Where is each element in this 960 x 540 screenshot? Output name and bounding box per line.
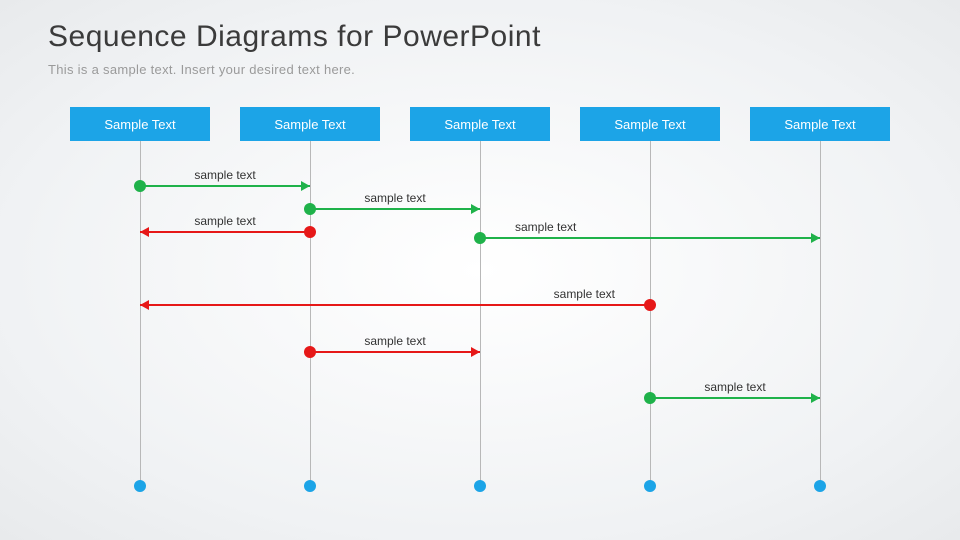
arrow-shaft — [140, 185, 310, 187]
lifeline-end-dot — [644, 480, 656, 492]
lifeline-header: Sample Text — [70, 107, 210, 141]
lifeline-header: Sample Text — [750, 107, 890, 141]
arrowhead-icon — [301, 181, 310, 191]
lifeline-end-dot — [134, 480, 146, 492]
lifeline — [820, 141, 821, 486]
arrowhead-icon — [811, 393, 820, 403]
lifeline-header: Sample Text — [240, 107, 380, 141]
lifeline-end-dot — [474, 480, 486, 492]
arrowhead-icon — [471, 204, 480, 214]
sequence-diagram: Sample Text Sample Text Sample Text Sample … — [0, 0, 960, 540]
message-label: sample text — [515, 220, 576, 234]
arrow-shaft — [140, 304, 650, 306]
arrowhead-icon — [140, 227, 149, 237]
lifeline-end-dot — [304, 480, 316, 492]
message-label: sample text — [704, 380, 765, 394]
arrowhead-icon — [471, 347, 480, 357]
lifeline-end-dot — [814, 480, 826, 492]
arrow-origin-dot — [304, 203, 316, 215]
arrow-origin-dot — [134, 180, 146, 192]
lifeline — [140, 141, 141, 486]
arrow-origin-dot — [474, 232, 486, 244]
message-label: sample text — [364, 191, 425, 205]
arrow-shaft — [650, 397, 820, 399]
message-label: sample text — [194, 168, 255, 182]
arrow-origin-dot — [304, 346, 316, 358]
message-label: sample text — [364, 334, 425, 348]
lifeline-header: Sample Text — [410, 107, 550, 141]
arrow-shaft — [480, 237, 820, 239]
message-label: sample text — [194, 214, 255, 228]
arrow-shaft — [310, 208, 480, 210]
lifeline-header: Sample Text — [580, 107, 720, 141]
lifeline — [650, 141, 651, 486]
lifeline — [480, 141, 481, 486]
arrow-origin-dot — [304, 226, 316, 238]
message-label: sample text — [554, 287, 615, 301]
arrow-shaft — [140, 231, 310, 233]
lifeline — [310, 141, 311, 486]
arrowhead-icon — [140, 300, 149, 310]
arrow-origin-dot — [644, 392, 656, 404]
arrow-origin-dot — [644, 299, 656, 311]
arrowhead-icon — [811, 233, 820, 243]
arrow-shaft — [310, 351, 480, 353]
